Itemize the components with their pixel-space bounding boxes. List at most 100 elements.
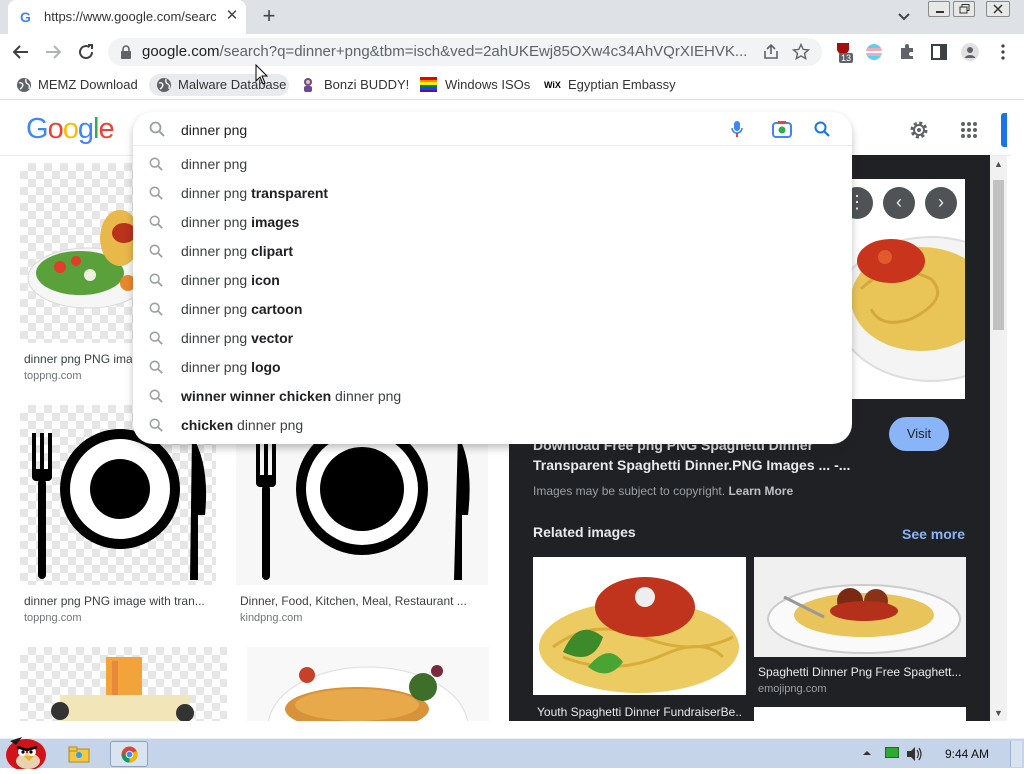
tab-search-chevron-icon[interactable] [895, 8, 913, 26]
previous-image-button[interactable]: ‹ [883, 187, 915, 219]
suggestion-item[interactable]: dinner png images [133, 208, 852, 237]
result-source[interactable]: toppng.com [24, 370, 81, 382]
side-panel-icon[interactable] [930, 43, 948, 61]
suggestion-item[interactable]: winner winner chicken dinner png [133, 382, 852, 411]
quick-launch-folder-icon[interactable] [68, 745, 90, 763]
related-image-spaghetti-basil[interactable] [533, 557, 746, 695]
result-image-fried-chicken-plate[interactable] [247, 647, 489, 721]
search-icon [149, 273, 163, 287]
extension-shield-icon[interactable]: 13 [835, 41, 855, 63]
search-submit-icon[interactable] [814, 121, 830, 137]
related-caption[interactable]: Spaghetti Dinner Png Free Spaghett... [758, 665, 964, 679]
vertical-scrollbar[interactable]: ▲ ▼ [990, 156, 1007, 721]
reload-icon[interactable] [77, 43, 95, 61]
next-image-button[interactable]: › [925, 187, 957, 219]
suggestion-item[interactable]: dinner png vector [133, 324, 852, 353]
start-button-angry-bird-icon[interactable] [2, 731, 54, 771]
suggestion-text: dinner png clipart [181, 243, 293, 259]
tab-google-search[interactable]: G https://www.google.com/search ✕ [8, 0, 246, 34]
bonzi-icon [304, 78, 312, 92]
result-title[interactable]: Dinner, Food, Kitchen, Meal, Restaurant … [240, 594, 480, 608]
suggestion-text-bold: chicken [181, 417, 234, 433]
back-arrow-icon[interactable] [12, 43, 30, 61]
bookmark-star-icon[interactable] [792, 43, 810, 61]
windows-taskbar: 9:44 AM [0, 737, 1024, 771]
search-icon [149, 244, 163, 258]
suggestion-text-plain: dinner png [181, 156, 248, 172]
result-title[interactable]: dinner png PNG image with transparent ba… [24, 352, 132, 366]
suggestion-item[interactable]: dinner png transparent [133, 179, 852, 208]
extensions-puzzle-icon[interactable] [898, 43, 916, 61]
result-image-cartoon-dinner[interactable] [20, 647, 227, 721]
copyright-notice: Images may be subject to copyright. Lear… [533, 484, 793, 498]
suggestion-text-plain: dinner png [181, 359, 252, 375]
taskbar-chrome-button[interactable] [110, 741, 148, 767]
related-source[interactable]: emojipng.com [758, 683, 826, 695]
google-apps-icon[interactable] [960, 121, 978, 139]
result-source[interactable]: kindpng.com [240, 612, 302, 624]
result-image-dinner-plate[interactable] [20, 163, 134, 343]
scroll-up-arrow-icon[interactable]: ▲ [994, 159, 1003, 169]
suggestion-text-plain: dinner png [331, 388, 402, 404]
bookmark-memz-download[interactable]: MEMZ Download [16, 74, 138, 96]
vertical-scroll-thumb[interactable] [993, 180, 1004, 330]
result-source[interactable]: toppng.com [24, 612, 81, 624]
bookmark-windows-isos[interactable]: Windows ISOs [420, 74, 530, 96]
related-images-heading: Related images [533, 524, 636, 540]
suggestion-item[interactable]: chicken dinner png [133, 411, 852, 440]
restore-button[interactable] [953, 1, 975, 17]
account-button-edge[interactable] [1001, 113, 1007, 147]
show-desktop-button[interactable] [1010, 741, 1022, 767]
address-bar[interactable]: google.com/search?q=dinner+png&tbm=isch&… [108, 38, 822, 66]
close-window-button[interactable] [986, 1, 1010, 17]
search-icon [149, 121, 165, 137]
share-icon[interactable] [762, 43, 780, 61]
suggestion-item[interactable]: dinner png cartoon [133, 295, 852, 324]
result-title[interactable]: dinner png PNG image with tran... [24, 594, 212, 608]
suggestion-item[interactable]: dinner png logo [133, 353, 852, 382]
network-tray-icon[interactable] [885, 747, 899, 758]
extension-badge: 13 [839, 53, 854, 63]
related-image-spaghetti-meatballs[interactable] [754, 557, 966, 657]
taskbar-clock[interactable]: 9:44 AM [945, 747, 989, 761]
suggestion-text: dinner png transparent [181, 185, 328, 201]
forward-arrow-icon[interactable] [44, 43, 62, 61]
related-caption[interactable]: Youth Spaghetti Dinner FundraiserBe... [537, 705, 743, 719]
suggestion-item[interactable]: dinner png icon [133, 266, 852, 295]
show-hidden-icons-icon[interactable] [862, 748, 872, 758]
bookmark-label: Egyptian Embassy [568, 77, 676, 92]
address-url[interactable]: google.com/search?q=dinner+png&tbm=isch&… [142, 43, 754, 60]
search-suggestions-dropdown: dinner png dinner png transparent dinner p… [133, 112, 852, 444]
bookmarks-bar: MEMZ Download Malware Database Bonzi BUD… [0, 70, 1024, 100]
search-icon [149, 215, 163, 229]
search-by-image-camera-icon[interactable] [772, 120, 792, 138]
volume-tray-icon[interactable] [906, 746, 924, 762]
new-tab-button[interactable]: + [258, 5, 280, 28]
voice-search-mic-icon[interactable] [730, 120, 744, 138]
learn-more-link[interactable]: Learn More [728, 484, 793, 498]
extension-flag-icon[interactable] [866, 44, 882, 60]
scroll-down-arrow-icon[interactable]: ▼ [994, 708, 1003, 718]
tab-close-icon[interactable]: ✕ [224, 8, 240, 24]
lock-icon[interactable] [120, 45, 132, 59]
suggestion-item[interactable]: dinner png [133, 150, 852, 179]
related-image-partial[interactable] [754, 707, 966, 721]
search-icon [149, 389, 163, 403]
bookmark-egyptian-embassy[interactable]: WiX Egyptian Embassy [544, 74, 676, 96]
minimize-button[interactable] [928, 1, 950, 17]
copyright-text: Images may be subject to copyright. [533, 484, 726, 498]
google-logo[interactable]: Google [26, 113, 115, 146]
search-input[interactable] [181, 120, 701, 140]
preview-title-line2[interactable]: Transparent Spaghetti Dinner.PNG Images … [533, 455, 863, 475]
search-icon [149, 186, 163, 200]
suggestion-item[interactable]: dinner png clipart [133, 237, 852, 266]
see-more-link[interactable]: See more [902, 526, 965, 542]
bookmark-bonzi-buddy[interactable]: Bonzi BUDDY! [300, 74, 409, 96]
profile-avatar-icon[interactable] [961, 43, 979, 61]
bookmark-label: Malware Database [178, 77, 287, 92]
settings-gear-icon[interactable] [908, 119, 930, 141]
visit-button[interactable]: Visit [889, 417, 949, 451]
kebab-menu-icon[interactable] [994, 43, 1012, 61]
suggestion-text-bold: images [251, 214, 300, 230]
url-host: google.com [142, 43, 220, 60]
